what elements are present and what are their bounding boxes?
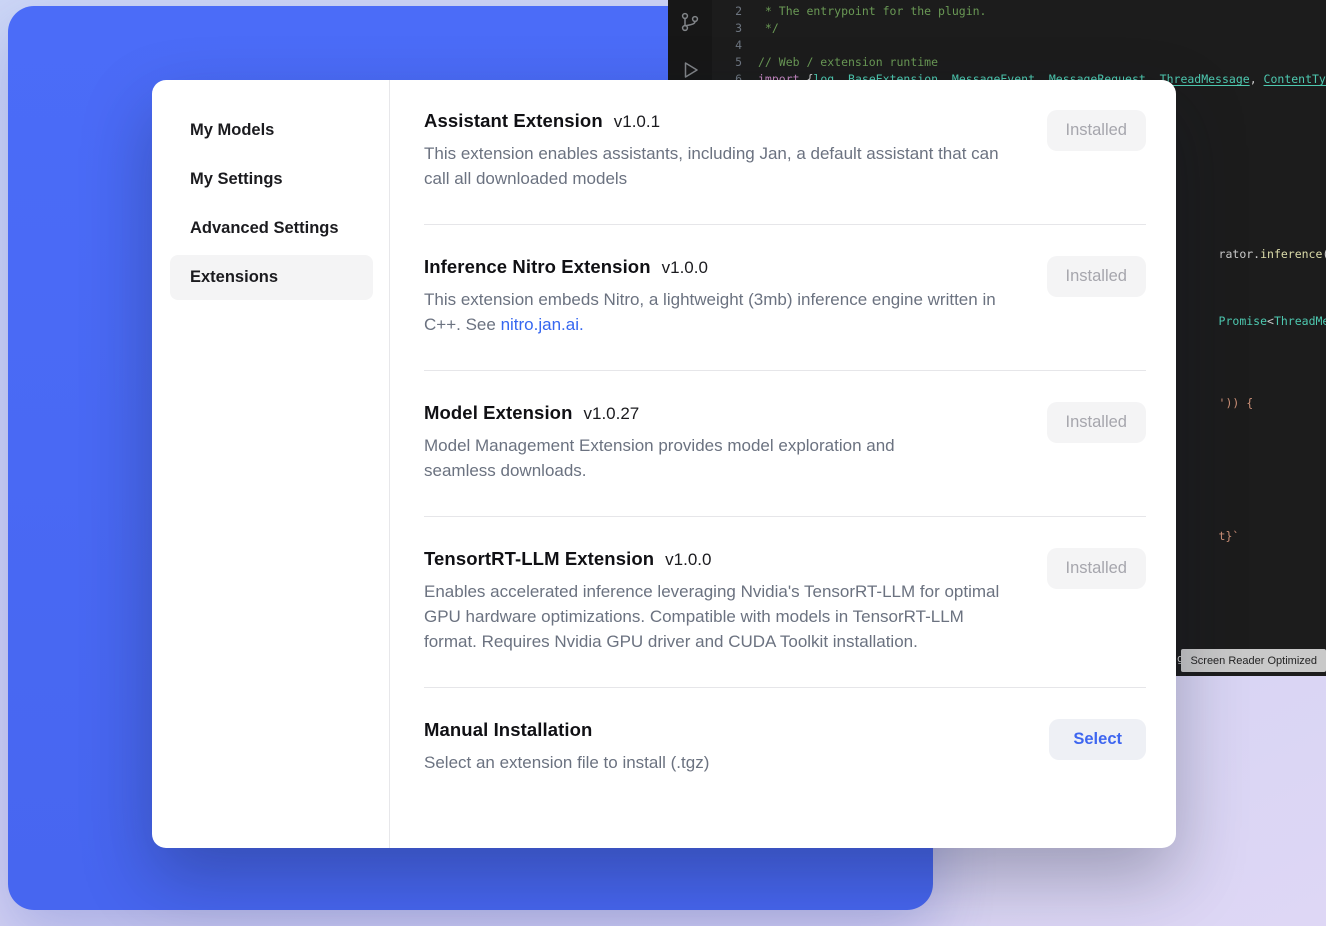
screen-reader-toast[interactable]: Screen Reader Optimized xyxy=(1181,649,1326,672)
extension-title: TensortRT-LLM Extension xyxy=(424,548,654,570)
code-fragment: rator.inference(data)); xyxy=(1177,229,1326,280)
nitro-jan-ai-link[interactable]: nitro.jan.ai. xyxy=(501,315,584,334)
sidebar-item-my-settings[interactable]: My Settings xyxy=(170,157,373,202)
code-text: Promise xyxy=(1219,314,1267,328)
extension-version: v1.0.0 xyxy=(662,258,708,278)
extension-row-nitro: Inference Nitro Extension v1.0.0 This ex… xyxy=(424,225,1146,371)
installed-button[interactable]: Installed xyxy=(1047,548,1146,589)
extension-description: Enables accelerated inference leveraging… xyxy=(424,579,1006,654)
extension-row-model: Model Extension v1.0.27 Model Management… xyxy=(424,371,1146,517)
select-file-button[interactable]: Select xyxy=(1049,719,1146,760)
extension-description: Model Management Extension provides mode… xyxy=(424,433,969,483)
settings-sidebar: My Models My Settings Advanced Settings … xyxy=(152,80,390,848)
desktop: 2 * The entrypoint for the plugin.3 */45… xyxy=(0,0,1326,926)
desc-text: Enables accelerated inference leveraging… xyxy=(424,582,999,651)
code-lines: 2 * The entrypoint for the plugin.3 */45… xyxy=(714,3,1326,88)
installed-button[interactable]: Installed xyxy=(1047,256,1146,297)
extension-description: This extension enables assistants, inclu… xyxy=(424,141,1006,191)
code-fragment: ')) { xyxy=(1177,378,1253,429)
code-text: ThreadMessage xyxy=(1274,314,1326,328)
manual-installation-description: Select an extension file to install (.tg… xyxy=(424,750,709,775)
source-control-icon[interactable] xyxy=(678,10,702,34)
extension-row-tensorrt: TensortRT-LLM Extension v1.0.0 Enables a… xyxy=(424,517,1146,688)
extension-version: v1.0.27 xyxy=(584,404,640,424)
sidebar-item-advanced-settings[interactable]: Advanced Settings xyxy=(170,206,373,251)
extension-title: Assistant Extension xyxy=(424,110,603,132)
extension-version: v1.0.0 xyxy=(665,550,711,570)
extension-description: This extension embeds Nitro, a lightweig… xyxy=(424,287,1006,337)
code-text: inference xyxy=(1260,247,1322,261)
extension-version: v1.0.1 xyxy=(614,112,660,132)
code-fragment: Promise<ThreadMessage> xyxy=(1177,296,1326,347)
desc-text: This extension enables assistants, inclu… xyxy=(424,144,999,188)
manual-installation-row: Manual Installation Select an extension … xyxy=(424,688,1146,793)
code-text: ')) { xyxy=(1219,396,1254,410)
code-text: t}` xyxy=(1219,529,1240,543)
run-debug-icon[interactable] xyxy=(678,58,702,82)
extension-row-assistant: Assistant Extension v1.0.1 This extensio… xyxy=(424,80,1146,225)
desc-text: Select an extension file to install (.tg… xyxy=(424,753,709,772)
code-text: rator. xyxy=(1219,247,1261,261)
installed-button[interactable]: Installed xyxy=(1047,110,1146,151)
settings-modal: My Models My Settings Advanced Settings … xyxy=(152,80,1176,848)
manual-installation-title: Manual Installation xyxy=(424,719,592,741)
sidebar-item-extensions[interactable]: Extensions xyxy=(170,255,373,300)
code-text: < xyxy=(1267,314,1274,328)
extensions-list: Assistant Extension v1.0.1 This extensio… xyxy=(390,80,1176,848)
code-fragment: t}` xyxy=(1177,511,1239,562)
code-text: (data)); xyxy=(1322,247,1326,261)
desc-text: Model Management Extension provides mode… xyxy=(424,436,895,480)
sidebar-item-my-models[interactable]: My Models xyxy=(170,108,373,153)
extension-title: Inference Nitro Extension xyxy=(424,256,651,278)
installed-button[interactable]: Installed xyxy=(1047,402,1146,443)
extension-title: Model Extension xyxy=(424,402,573,424)
